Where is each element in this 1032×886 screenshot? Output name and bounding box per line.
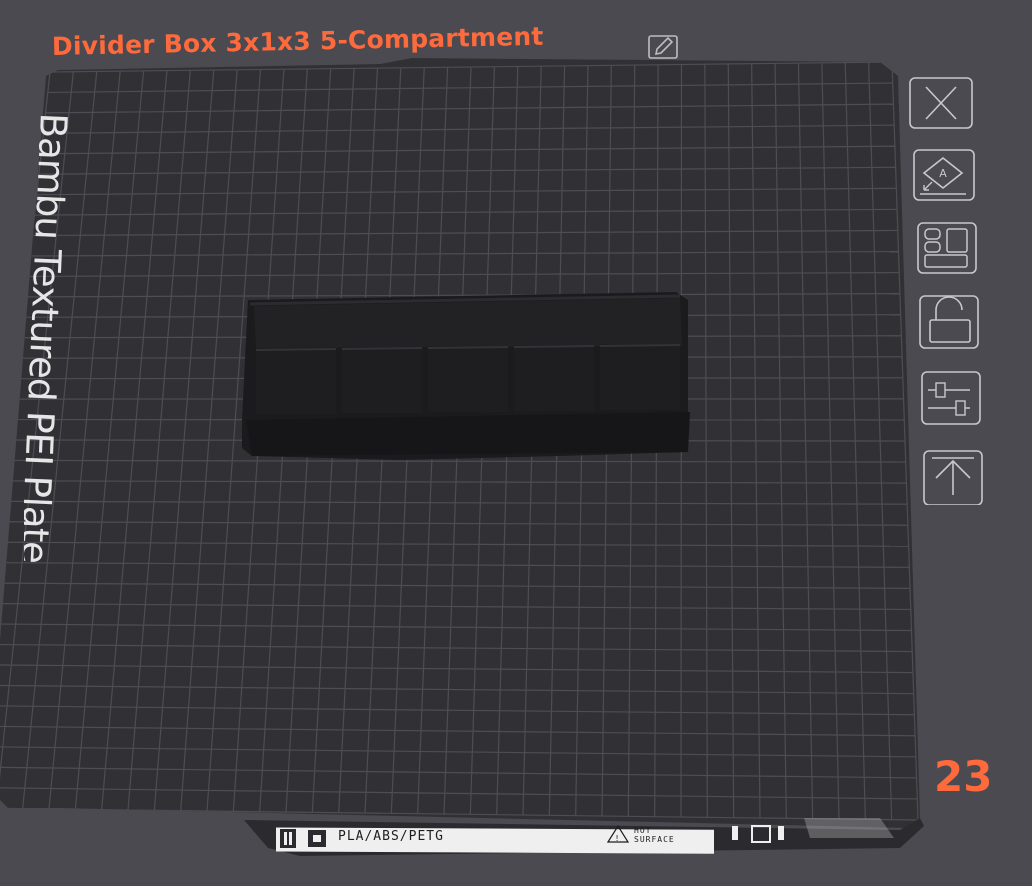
divider-box-model xyxy=(242,292,690,460)
auto-orient-icon[interactable]: A xyxy=(910,146,976,204)
plate-number: 23 xyxy=(934,752,993,801)
svg-text:A: A xyxy=(939,167,947,180)
plate-type-label: Bambu Textured PEI Plate xyxy=(24,112,75,564)
svg-text:!: ! xyxy=(615,834,620,843)
pencil-edit-icon[interactable] xyxy=(646,33,680,61)
lock-icon[interactable] xyxy=(914,292,980,350)
plate-settings-icon[interactable] xyxy=(916,368,982,426)
plate-viewport[interactable]: ! xyxy=(0,0,1032,886)
material-compat-text: PLA/ABS/PETG xyxy=(338,829,444,844)
close-icon[interactable] xyxy=(908,74,974,132)
arrange-icon[interactable] xyxy=(912,219,978,277)
hot-surface-text-line1: HOT xyxy=(634,826,652,835)
hot-surface-text-line2: SURFACE xyxy=(634,835,675,844)
move-to-top-icon[interactable] xyxy=(918,447,984,505)
